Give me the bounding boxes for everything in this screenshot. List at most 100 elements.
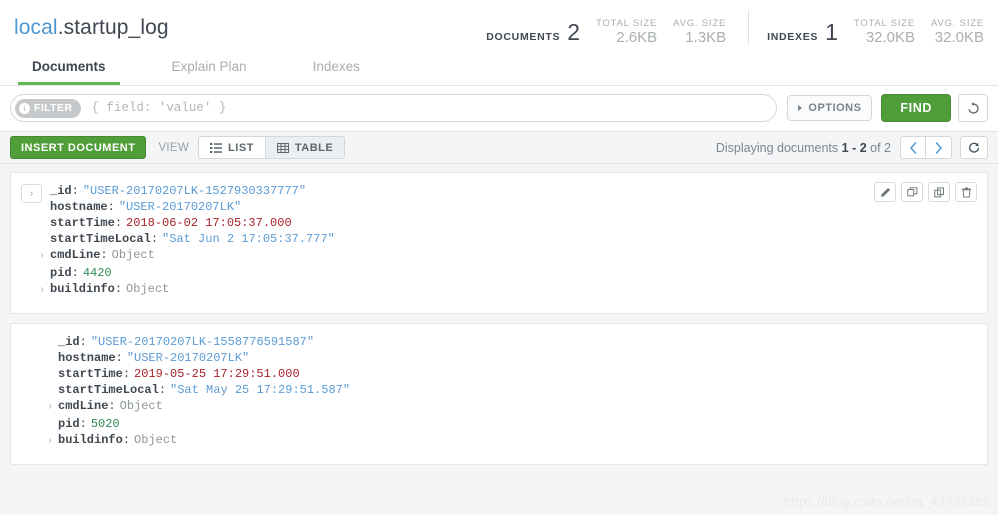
field-row: hostname: "USER-20170207LK" [58,351,250,365]
indexes-label: INDEXES [767,31,819,43]
chevron-right-icon[interactable]: › [39,283,50,299]
find-button-label: FIND [900,101,932,115]
chevron-left-icon [909,141,916,154]
chevron-right-icon[interactable]: › [39,249,50,265]
previous-page-button[interactable] [900,136,926,159]
field-value: 2019-05-25 17:29:51.000 [134,367,300,381]
options-button-label: OPTIONS [808,102,862,114]
field-value: 4420 [82,266,112,280]
field-key: startTime [58,367,123,381]
field-key: startTime [50,216,115,230]
field-value: "USER-20170207LK-1527930337777" [82,184,307,198]
view-mode-list[interactable]: LIST [198,136,266,159]
field-row: pid:4420 [50,266,112,280]
edit-icon [880,187,890,197]
documents-list[interactable]: › _id: "USER-20170207LK-1527930337777" ho… [0,164,998,507]
indexes-avg-size-value: 32.0KB [934,29,984,46]
tab-indexes[interactable]: Indexes [299,59,374,85]
stats-divider [748,10,750,44]
find-button[interactable]: FIND [881,94,951,122]
tab-documents[interactable]: Documents [18,59,120,85]
insert-document-label: INSERT DOCUMENT [21,141,136,154]
document-card[interactable]: › _id: "USER-20170207LK-1527930337777" ho… [10,172,988,314]
field-value: Object [134,433,178,447]
field-row-expandable[interactable]: › buildinfo: Object [47,432,350,450]
pagination-suffix: of 2 [870,140,891,155]
edit-document-button[interactable] [874,182,896,202]
view-label: VIEW [158,141,190,154]
chevron-right-icon[interactable]: › [47,434,58,450]
document-fields: _id: "USER-20170207LK-1527930337777" host… [39,183,335,299]
chevron-right-icon [935,141,942,154]
delete-icon [961,186,971,198]
watermark: https://blog.csdn.net/qq_43792385 [783,494,990,509]
indexes-total-size: TOTAL SIZE 32.0KB [854,18,915,46]
reset-icon [968,101,979,114]
documents-avg-size-value: 1.3KB [685,29,727,46]
field-row-expandable[interactable]: › cmdLine: Object [39,247,335,265]
view-mode-table[interactable]: TABLE [265,136,346,159]
field-key: buildinfo [58,433,123,447]
filter-input[interactable]: i FILTER { field: 'value' } [10,94,778,122]
collection-header: local.startup_log DOCUMENTS 2 TOTAL SIZE… [0,0,998,56]
filter-badge: i FILTER [15,98,82,118]
options-button[interactable]: OPTIONS [787,95,873,121]
insert-document-button[interactable]: INSERT DOCUMENT [10,136,147,159]
pagination-prefix: Displaying documents [715,140,839,155]
field-row-expandable[interactable]: › cmdLine: Object [47,398,350,416]
field-key: cmdLine [58,399,109,413]
field-row-expandable[interactable]: › buildinfo: Object [39,281,335,299]
delete-document-button[interactable] [955,182,977,202]
view-mode-toggle: LIST TABLE [198,136,346,159]
collection-stats: DOCUMENTS 2 TOTAL SIZE 2.6KB AVG. SIZE 1… [486,10,984,46]
collection-name: startup_log [63,16,169,39]
view-mode-list-label: LIST [228,141,254,154]
tab-explain-plan[interactable]: Explain Plan [158,59,261,85]
field-value: "USER-20170207LK-1558776591587" [90,335,315,349]
indexes-stats: INDEXES 1 TOTAL SIZE 32.0KB AVG. SIZE 32… [767,18,984,46]
refresh-documents-button[interactable] [960,136,988,159]
field-value: Object [119,399,163,413]
field-value: Object [126,282,170,296]
document-card[interactable]: _id: "USER-20170207LK-1558776591587" host… [10,323,988,465]
field-row: hostname: "USER-20170207LK" [50,200,242,214]
field-key: pid [50,266,72,280]
copy-document-button[interactable] [928,182,950,202]
field-value: "Sat May 25 17:29:51.587" [170,383,351,397]
field-key: hostname [58,351,116,365]
filter-placeholder: { field: 'value' } [91,101,227,115]
field-key: hostname [50,200,108,214]
field-row: startTime:2019-05-25 17:29:51.000 [58,367,300,381]
field-value: 5020 [90,417,120,431]
database-name: local [14,16,58,39]
page-title: local.startup_log [14,16,169,40]
expand-document-button[interactable]: › [21,184,42,203]
documents-avg-size: AVG. SIZE 1.3KB [673,18,726,46]
field-key: cmdLine [50,248,101,262]
chevron-right-icon [798,105,803,111]
field-key: pid [58,417,80,431]
pagination-status: Displaying documents 1 - 2 of 2 [716,141,891,155]
next-page-button[interactable] [926,136,952,159]
field-value: 2018-06-02 17:05:37.000 [126,216,292,230]
documents-count: 2 [567,19,581,45]
collection-tabs: Documents Explain Plan Indexes [0,56,998,86]
document-fields: _id: "USER-20170207LK-1558776591587" host… [47,334,351,450]
chevron-right-icon[interactable]: › [47,400,58,416]
field-value: "Sat Jun 2 17:05:37.777" [162,232,335,246]
documents-label: DOCUMENTS [486,31,561,43]
clone-document-button[interactable] [901,182,923,202]
documents-total-size: TOTAL SIZE 2.6KB [596,18,657,46]
refresh-icon [969,142,980,153]
toolbar-right-group: Displaying documents 1 - 2 of 2 [716,136,988,159]
documents-toolbar: INSERT DOCUMENT VIEW LIST TABLE Displayi… [0,132,998,164]
indexes-total-size-value: 32.0KB [865,29,916,46]
field-row: startTime:2018-06-02 17:05:37.000 [50,216,292,230]
reset-query-button[interactable] [958,94,988,122]
documents-stats: DOCUMENTS 2 TOTAL SIZE 2.6KB AVG. SIZE 1… [486,18,726,46]
field-row: _id: "USER-20170207LK-1558776591587" [58,335,315,349]
field-row: pid:5020 [58,417,120,431]
indexes-count: 1 [825,19,838,45]
query-bar: i FILTER { field: 'value' } OPTIONS FIND [0,86,998,132]
documents-total-size-value: 2.6KB [616,29,658,46]
